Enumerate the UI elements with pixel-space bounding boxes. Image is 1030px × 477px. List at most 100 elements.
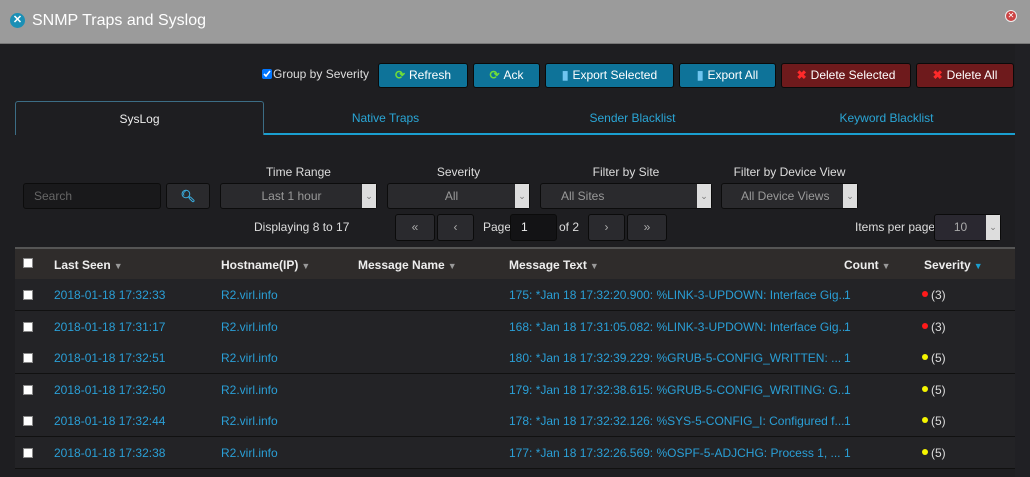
hostname-cell[interactable]: R2.virl.info: [221, 288, 278, 302]
scrollbar[interactable]: [1015, 44, 1030, 477]
prev-page-button[interactable]: ‹: [437, 214, 474, 241]
message-text-cell[interactable]: 178: *Jan 18 17:32:32.126: %SYS-5-CONFIG…: [509, 414, 845, 428]
page-label: Page: [483, 220, 512, 234]
x-icon: ✖: [932, 68, 943, 82]
count-cell[interactable]: 1: [844, 446, 851, 460]
message-text-cell[interactable]: 179: *Jan 18 17:32:38.615: %GRUB-5-CONFI…: [509, 383, 848, 397]
file-icon: ▮: [696, 68, 704, 82]
row-checkbox[interactable]: [23, 384, 33, 395]
column-last-seen[interactable]: Last Seen ▼: [54, 258, 123, 272]
severity-cell: (5): [922, 351, 946, 365]
site-label: Filter by Site: [592, 165, 660, 179]
count-cell[interactable]: 1: [844, 383, 851, 397]
chevron-down-icon: ⌄: [986, 215, 1000, 240]
last-page-button[interactable]: »: [627, 214, 667, 241]
message-text-cell[interactable]: 175: *Jan 18 17:32:20.900: %LINK-3-UPDOW…: [509, 288, 849, 302]
last-seen-cell[interactable]: 2018-01-18 17:32:50: [54, 383, 165, 397]
severity-label: Severity: [436, 165, 481, 179]
row-checkbox[interactable]: [23, 290, 33, 300]
window-title: SNMP Traps and Syslog: [32, 12, 207, 29]
hostname-cell[interactable]: R2.virl.info: [221, 320, 278, 334]
severity-select[interactable]: All ⌄: [387, 183, 530, 209]
search-button[interactable]: 🔍︎: [166, 183, 210, 209]
severity-dot-icon: [922, 417, 928, 423]
app-icon: ✕: [10, 13, 25, 28]
tab-native-traps[interactable]: Native Traps: [264, 101, 507, 135]
severity-cell: (3): [922, 288, 946, 302]
refresh-icon: ⟳: [489, 68, 500, 82]
page-input[interactable]: 1: [510, 214, 557, 241]
hostname-cell[interactable]: R2.virl.info: [221, 351, 278, 365]
column-count[interactable]: Count ▼: [844, 258, 891, 272]
row-checkbox[interactable]: [23, 353, 33, 363]
displaying-text: Displaying 8 to 17: [254, 220, 350, 234]
select-all-checkbox[interactable]: [23, 258, 33, 268]
delete-selected-button[interactable]: ✖ Delete Selected: [781, 63, 911, 88]
count-cell[interactable]: 1: [844, 414, 851, 428]
search-input[interactable]: Search: [23, 183, 161, 209]
count-cell[interactable]: 1: [844, 288, 851, 302]
severity-value: All: [444, 189, 459, 203]
last-seen-cell[interactable]: 2018-01-18 17:31:17: [54, 320, 165, 334]
refresh-button[interactable]: ⟳ Refresh: [378, 63, 468, 88]
row-checkbox[interactable]: [23, 416, 33, 426]
delete-all-label: Delete All: [946, 68, 998, 82]
group-by-severity-input[interactable]: [262, 69, 272, 79]
message-text-cell[interactable]: 168: *Jan 18 17:31:05.082: %LINK-3-UPDOW…: [509, 320, 849, 334]
last-seen-cell[interactable]: 2018-01-18 17:32:44: [54, 414, 165, 428]
last-seen-cell[interactable]: 2018-01-18 17:32:38: [54, 446, 165, 460]
column-severity[interactable]: Severity ▼: [924, 258, 983, 272]
table-row[interactable]: 2018-01-18 17:32:33 R2.virl.info 175: *J…: [15, 279, 1015, 311]
search-icon: 🔍︎: [180, 189, 196, 203]
page-of-text: of 2: [559, 220, 580, 234]
last-seen-cell[interactable]: 2018-01-18 17:32:33: [54, 288, 165, 302]
severity-cell: (5): [922, 446, 946, 460]
table-row[interactable]: 2018-01-18 17:32:50 R2.virl.info 179: *J…: [15, 373, 1015, 406]
site-value: All Sites: [561, 189, 605, 203]
message-text-cell[interactable]: 180: *Jan 18 17:32:39.229: %GRUB-5-CONFI…: [509, 351, 841, 365]
refresh-label: Refresh: [409, 68, 452, 82]
ack-button[interactable]: ⟳ Ack: [473, 63, 540, 88]
table-row[interactable]: 2018-01-18 17:32:38 R2.virl.info 177: *J…: [15, 436, 1015, 469]
column-hostname[interactable]: Hostname(IP) ▼: [221, 258, 310, 272]
site-select[interactable]: All Sites ⌄: [540, 183, 712, 209]
time-range-label: Time Range: [266, 165, 331, 179]
next-page-button[interactable]: ›: [588, 214, 625, 241]
tab-syslog[interactable]: SysLog: [15, 101, 264, 135]
hostname-cell[interactable]: R2.virl.info: [221, 414, 278, 428]
count-cell[interactable]: 1: [844, 320, 851, 334]
row-checkbox[interactable]: [23, 447, 33, 458]
device-view-value: All Device Views: [741, 189, 830, 203]
device-view-select[interactable]: All Device Views ⌄: [721, 183, 858, 209]
x-icon: ✖: [796, 68, 807, 82]
severity-dot-icon: [922, 291, 928, 297]
items-per-page-select[interactable]: 10 ⌄: [934, 214, 1001, 241]
hostname-cell[interactable]: R2.virl.info: [221, 383, 278, 397]
time-range-select[interactable]: Last 1 hour ⌄: [220, 183, 377, 209]
tab-keyword-blacklist[interactable]: Keyword Blacklist: [758, 101, 1015, 135]
severity-cell: (5): [922, 414, 946, 428]
table-row[interactable]: 2018-01-18 17:32:44 R2.virl.info 178: *J…: [15, 405, 1015, 437]
group-by-severity-label: Group by Severity: [273, 67, 370, 81]
count-cell[interactable]: 1: [844, 351, 851, 365]
chevron-down-icon: ⌄: [697, 184, 711, 208]
export-selected-button[interactable]: ▮ Export Selected: [545, 63, 674, 88]
first-page-button[interactable]: «: [395, 214, 435, 241]
tab-sender-blacklist[interactable]: Sender Blacklist: [507, 101, 758, 135]
table-row[interactable]: 2018-01-18 17:32:51 R2.virl.info 180: *J…: [15, 342, 1015, 374]
column-message-name[interactable]: Message Name ▼: [358, 258, 457, 272]
device-view-label: Filter by Device View: [733, 165, 846, 179]
time-range-value: Last 1 hour: [261, 189, 322, 203]
export-all-button[interactable]: ▮ Export All: [679, 63, 776, 88]
delete-all-button[interactable]: ✖ Delete All: [916, 63, 1014, 88]
row-checkbox[interactable]: [23, 321, 33, 332]
severity-cell: (3): [922, 320, 946, 334]
severity-dot-icon: [922, 354, 928, 360]
last-seen-cell[interactable]: 2018-01-18 17:32:51: [54, 351, 165, 365]
hostname-cell[interactable]: R2.virl.info: [221, 446, 278, 460]
column-message-text[interactable]: Message Text ▼: [509, 258, 599, 272]
close-icon[interactable]: ✕: [1005, 10, 1017, 22]
message-text-cell[interactable]: 177: *Jan 18 17:32:26.569: %OSPF-5-ADJCH…: [509, 446, 841, 460]
group-by-severity-checkbox[interactable]: Group by Severity: [262, 67, 369, 81]
table-row[interactable]: 2018-01-18 17:31:17 R2.virl.info 168: *J…: [15, 310, 1015, 343]
